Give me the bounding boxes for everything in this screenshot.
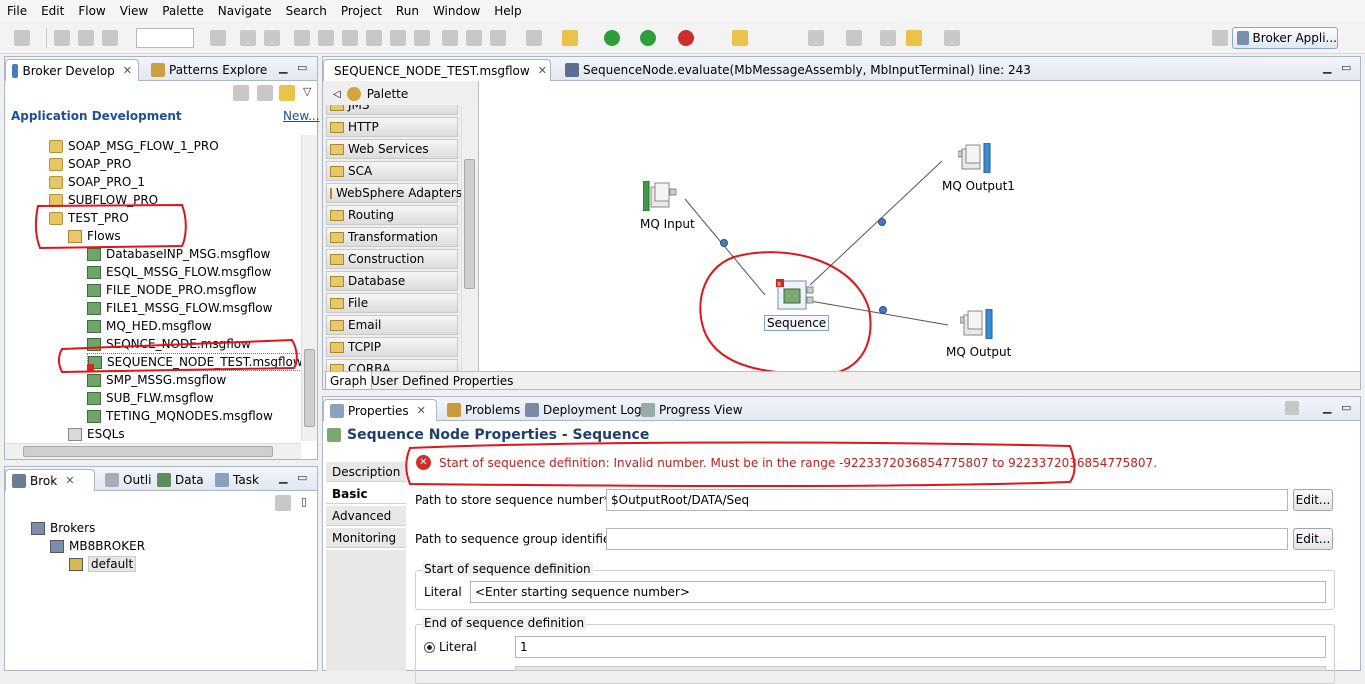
red-annotations bbox=[34, 203, 1076, 487]
